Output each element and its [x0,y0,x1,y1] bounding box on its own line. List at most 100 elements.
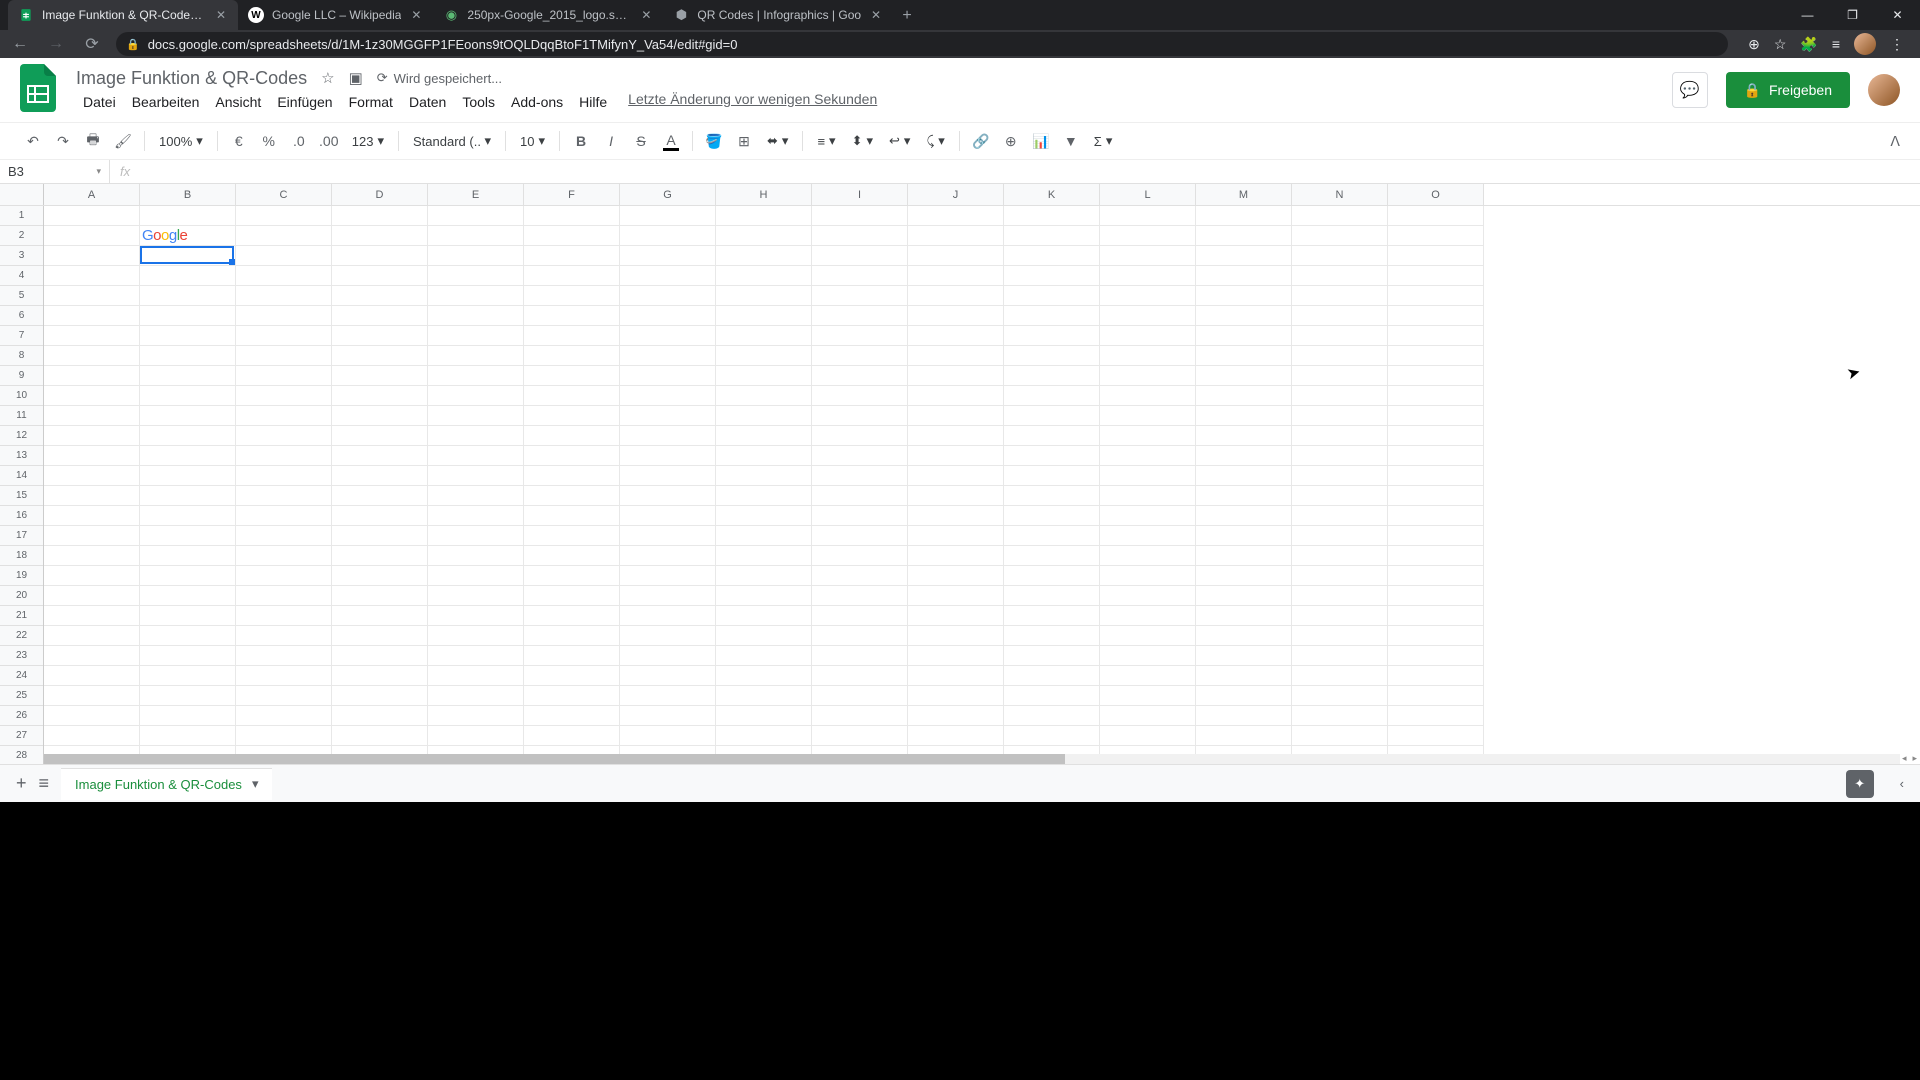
cell-A3[interactable] [44,246,140,266]
cell-N1[interactable] [1292,206,1388,226]
cell-E11[interactable] [428,406,524,426]
close-icon[interactable]: ✕ [409,8,423,22]
cell-H4[interactable] [716,266,812,286]
cell-F18[interactable] [524,546,620,566]
cell-H13[interactable] [716,446,812,466]
font-select[interactable]: Standard (... ▾ [407,128,497,154]
cell-H24[interactable] [716,666,812,686]
cell-D5[interactable] [332,286,428,306]
cell-F10[interactable] [524,386,620,406]
cell-G8[interactable] [620,346,716,366]
cell-D4[interactable] [332,266,428,286]
cell-G1[interactable] [620,206,716,226]
cell-H3[interactable] [716,246,812,266]
row-header-11[interactable]: 11 [0,406,43,426]
cell-D25[interactable] [332,686,428,706]
cell-J17[interactable] [908,526,1004,546]
cell-H6[interactable] [716,306,812,326]
cell-A7[interactable] [44,326,140,346]
cell-K14[interactable] [1004,466,1100,486]
cell-H14[interactable] [716,466,812,486]
cell-D24[interactable] [332,666,428,686]
cell-O22[interactable] [1388,626,1484,646]
close-icon[interactable]: ✕ [869,8,883,22]
cell-L16[interactable] [1100,506,1196,526]
cell-O8[interactable] [1388,346,1484,366]
cell-B5[interactable] [140,286,236,306]
back-button[interactable]: ← [8,35,32,53]
select-all-corner[interactable] [0,184,44,205]
cell-C20[interactable] [236,586,332,606]
row-header-7[interactable]: 7 [0,326,43,346]
collapse-toolbar-button[interactable]: ᐱ [1890,133,1900,150]
cell-J10[interactable] [908,386,1004,406]
cell-A9[interactable] [44,366,140,386]
row-header-26[interactable]: 26 [0,706,43,726]
scroll-nav[interactable]: ◂▸ [1899,753,1920,764]
cell-A14[interactable] [44,466,140,486]
cell-C19[interactable] [236,566,332,586]
cell-G18[interactable] [620,546,716,566]
cell-N7[interactable] [1292,326,1388,346]
cell-G3[interactable] [620,246,716,266]
cell-G26[interactable] [620,706,716,726]
cell-J27[interactable] [908,726,1004,746]
menu-datei[interactable]: Datei [76,91,123,113]
cell-G6[interactable] [620,306,716,326]
star-icon[interactable]: ☆ [321,69,334,87]
col-header-O[interactable]: O [1388,184,1484,205]
cell-J4[interactable] [908,266,1004,286]
cell-O2[interactable] [1388,226,1484,246]
cell-M20[interactable] [1196,586,1292,606]
cell-E18[interactable] [428,546,524,566]
cell-O15[interactable] [1388,486,1484,506]
cell-C10[interactable] [236,386,332,406]
cell-J16[interactable] [908,506,1004,526]
cell-O5[interactable] [1388,286,1484,306]
cell-D21[interactable] [332,606,428,626]
row-header-13[interactable]: 13 [0,446,43,466]
cell-G19[interactable] [620,566,716,586]
cell-N21[interactable] [1292,606,1388,626]
cell-B14[interactable] [140,466,236,486]
col-header-B[interactable]: B [140,184,236,205]
cell-K7[interactable] [1004,326,1100,346]
cell-A27[interactable] [44,726,140,746]
name-box[interactable]: B3 ▾ [0,160,110,183]
row-header-6[interactable]: 6 [0,306,43,326]
add-sheet-button[interactable]: + [16,773,27,794]
cell-D12[interactable] [332,426,428,446]
cell-E21[interactable] [428,606,524,626]
cell-K17[interactable] [1004,526,1100,546]
cell-H26[interactable] [716,706,812,726]
menu-einfuegen[interactable]: Einfügen [270,91,339,113]
comments-button[interactable]: 💬 [1672,72,1708,108]
cell-I18[interactable] [812,546,908,566]
cell-M6[interactable] [1196,306,1292,326]
cell-M12[interactable] [1196,426,1292,446]
extensions-icon[interactable]: 🧩 [1800,36,1817,53]
cell-D19[interactable] [332,566,428,586]
cell-C5[interactable] [236,286,332,306]
cell-L11[interactable] [1100,406,1196,426]
cell-E22[interactable] [428,626,524,646]
new-tab-button[interactable]: + [893,2,921,30]
cell-J8[interactable] [908,346,1004,366]
cell-B27[interactable] [140,726,236,746]
cell-I12[interactable] [812,426,908,446]
cell-I20[interactable] [812,586,908,606]
cell-M17[interactable] [1196,526,1292,546]
cell-A16[interactable] [44,506,140,526]
cell-G27[interactable] [620,726,716,746]
cell-L7[interactable] [1100,326,1196,346]
close-window-button[interactable]: ✕ [1875,0,1920,30]
cell-I7[interactable] [812,326,908,346]
font-size-select[interactable]: 10 ▾ [514,128,551,154]
cell-O6[interactable] [1388,306,1484,326]
browser-menu-icon[interactable]: ⋮ [1890,36,1904,53]
row-header-25[interactable]: 25 [0,686,43,706]
cell-H18[interactable] [716,546,812,566]
cell-E8[interactable] [428,346,524,366]
cell-B22[interactable] [140,626,236,646]
cell-O14[interactable] [1388,466,1484,486]
